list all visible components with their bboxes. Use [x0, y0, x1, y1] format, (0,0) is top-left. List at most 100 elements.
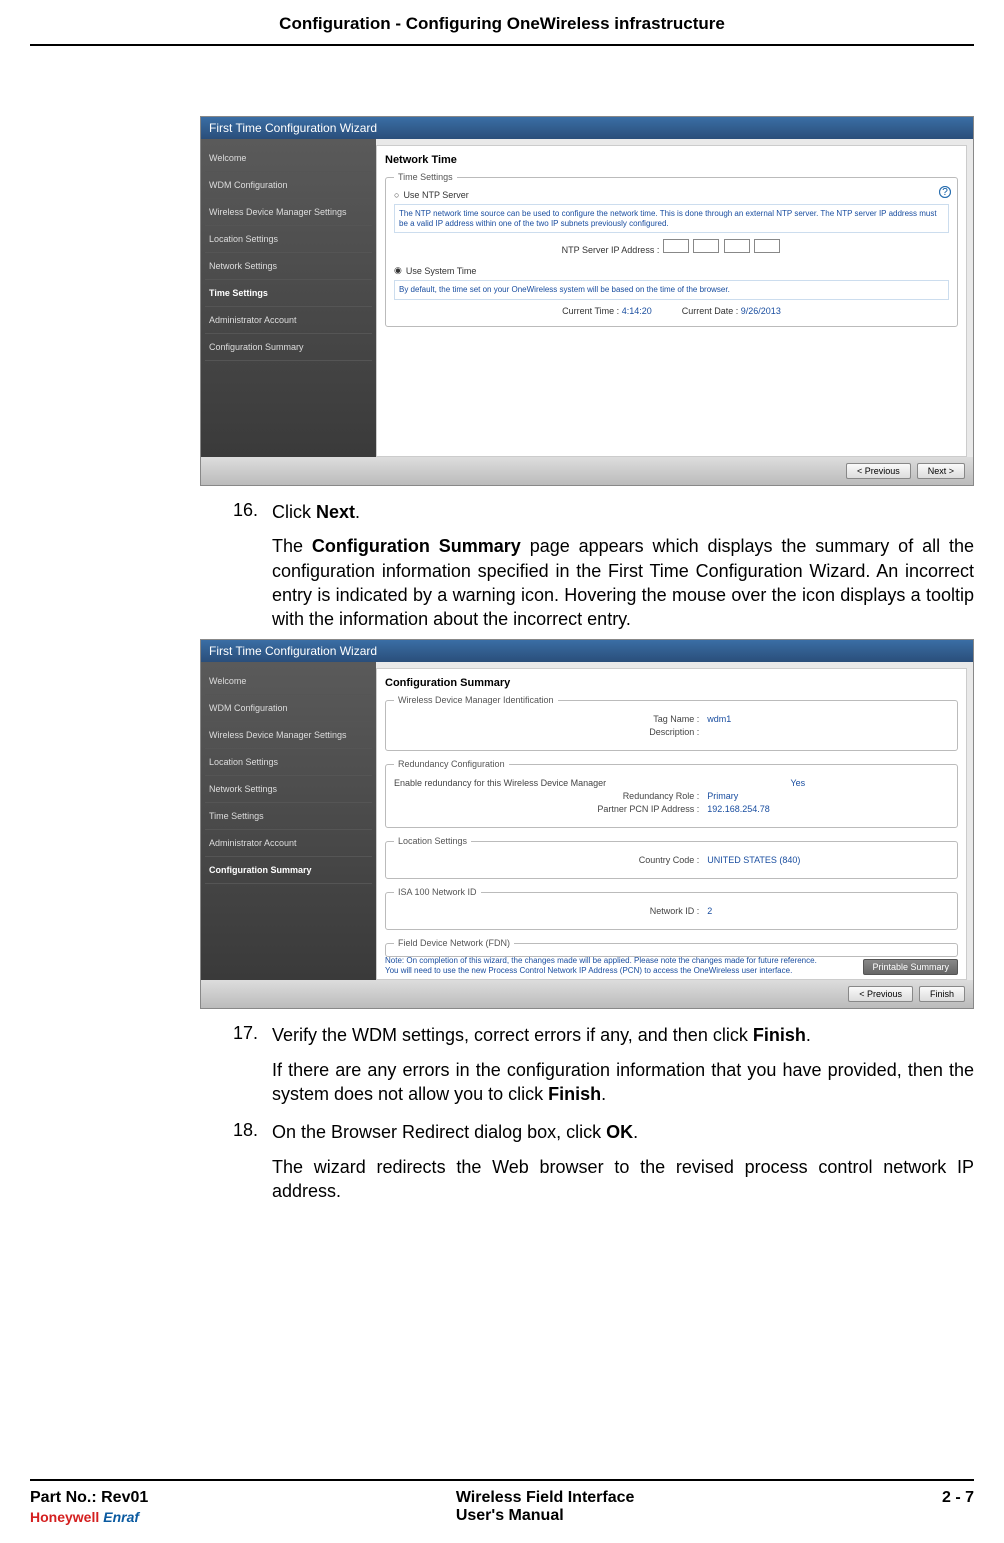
sidebar-item[interactable]: WDM Configuration	[205, 695, 372, 722]
country-label: Country Code :	[394, 855, 699, 865]
page-footer: Part No.: Rev01 Honeywell Enraf Wireless…	[30, 1479, 974, 1525]
step-text: .	[806, 1025, 811, 1045]
wizard2-titlebar: First Time Configuration Wizard	[201, 640, 973, 662]
sidebar-item[interactable]: Wireless Device Manager Settings	[205, 722, 372, 749]
next-button[interactable]: Next >	[917, 463, 965, 479]
wizard2-main: Configuration Summary Wireless Device Ma…	[376, 668, 967, 980]
redundancy-enable-value: Yes	[791, 778, 806, 788]
location-fieldset: Location Settings Country Code : UNITED S…	[385, 836, 958, 879]
radio-icon[interactable]: ○	[394, 190, 399, 200]
page-number: 2 - 7	[942, 1489, 974, 1507]
partner-ip-label: Partner PCN IP Address :	[394, 804, 699, 814]
step-text: Click	[272, 502, 316, 522]
step-bold: OK	[606, 1122, 633, 1142]
step-16: 16. Click Next. The Configuration Summar…	[210, 500, 974, 631]
step-bold: Next	[316, 502, 355, 522]
sidebar-item-active[interactable]: Time Settings	[205, 280, 372, 307]
sidebar-item-active[interactable]: Configuration Summary	[205, 857, 372, 884]
wizard1-footer: < Previous Next >	[201, 457, 973, 485]
step-bold: Configuration Summary	[312, 536, 521, 556]
wizard1-screenshot: First Time Configuration Wizard Welcome …	[200, 116, 974, 486]
wizard1-sidebar: Welcome WDM Configuration Wireless Devic…	[201, 139, 376, 457]
step-bold: Finish	[753, 1025, 806, 1045]
current-date-label: Current Date :	[682, 306, 739, 316]
enraf-logo: Enraf	[103, 1509, 139, 1525]
sidebar-item[interactable]: Administrator Account	[205, 830, 372, 857]
system-radio-label: Use System Time	[406, 266, 477, 276]
finish-button[interactable]: Finish	[919, 986, 965, 1002]
sidebar-item[interactable]: Administrator Account	[205, 307, 372, 334]
step-number: 18.	[210, 1120, 258, 1203]
partner-ip-value: 192.168.254.78	[707, 804, 770, 814]
step-text: Verify the WDM settings, correct errors …	[272, 1025, 753, 1045]
brand-logo: Honeywell Enraf	[30, 1509, 148, 1525]
step-number: 16.	[210, 500, 258, 631]
time-settings-legend: Time Settings	[394, 172, 457, 182]
step-text: .	[633, 1122, 638, 1142]
sidebar-item[interactable]: Location Settings	[205, 226, 372, 253]
footer-doc-title: Wireless Field Interface User's Manual	[456, 1489, 635, 1525]
part-number: Part No.: Rev01	[30, 1489, 148, 1507]
step-text: The wizard redirects the Web browser to …	[272, 1155, 974, 1204]
step-text: The	[272, 536, 312, 556]
redundancy-legend: Redundancy Configuration	[394, 759, 509, 769]
help-icon[interactable]: ?	[939, 186, 951, 198]
step-number: 17.	[210, 1023, 258, 1106]
ntp-radio-row[interactable]: ○ Use NTP Server ?	[394, 190, 949, 200]
radio-icon[interactable]: ◉	[394, 265, 402, 276]
wizard1-panel-title: Network Time	[385, 154, 958, 166]
wdm-id-legend: Wireless Device Manager Identification	[394, 695, 558, 705]
sidebar-item[interactable]: Wireless Device Manager Settings	[205, 199, 372, 226]
step-bold: Finish	[548, 1084, 601, 1104]
wizard1-main: Network Time Time Settings ○ Use NTP Ser…	[376, 145, 967, 457]
sidebar-item[interactable]: Network Settings	[205, 776, 372, 803]
step-text: If there are any errors in the configura…	[272, 1060, 974, 1104]
ntp-ip-row: NTP Server IP Address :	[394, 239, 949, 255]
sidebar-item[interactable]: Welcome	[205, 145, 372, 172]
redundancy-enable-label: Enable redundancy for this Wireless Devi…	[394, 778, 783, 788]
system-info: By default, the time set on your OneWire…	[394, 280, 949, 300]
ntp-info: The NTP network time source can be used …	[394, 204, 949, 233]
wizard2-panel-title: Configuration Summary	[385, 677, 958, 689]
ntp-ip-label: NTP Server IP Address :	[562, 245, 660, 255]
fdn-legend: Field Device Network (FDN)	[394, 938, 514, 948]
sidebar-item[interactable]: Configuration Summary	[205, 334, 372, 361]
redundancy-role-value: Primary	[707, 791, 738, 801]
description-label: Description :	[394, 727, 699, 737]
sidebar-item[interactable]: WDM Configuration	[205, 172, 372, 199]
step-text: On the Browser Redirect dialog box, clic…	[272, 1122, 606, 1142]
ip-octet-input[interactable]	[663, 239, 689, 253]
tag-name-label: Tag Name :	[394, 714, 699, 724]
printable-summary-button[interactable]: Printable Summary	[863, 959, 958, 975]
current-date-value: 9/26/2013	[741, 306, 781, 316]
location-legend: Location Settings	[394, 836, 471, 846]
ip-octet-input[interactable]	[693, 239, 719, 253]
isa-legend: ISA 100 Network ID	[394, 887, 481, 897]
country-value: UNITED STATES (840)	[707, 855, 800, 865]
isa-fieldset: ISA 100 Network ID Network ID :2	[385, 887, 958, 930]
tag-name-value: wdm1	[707, 714, 731, 724]
wdm-id-fieldset: Wireless Device Manager Identification T…	[385, 695, 958, 751]
sidebar-item[interactable]: Location Settings	[205, 749, 372, 776]
wizard2-footer: < Previous Finish	[201, 980, 973, 1008]
current-time-label: Current Time :	[562, 306, 619, 316]
redundancy-fieldset: Redundancy Configuration Enable redundan…	[385, 759, 958, 828]
sidebar-item[interactable]: Welcome	[205, 668, 372, 695]
time-settings-fieldset: Time Settings ○ Use NTP Server ? The NTP…	[385, 172, 958, 327]
system-radio-row[interactable]: ◉ Use System Time ?	[394, 265, 949, 276]
wizard2-note: Note: On completion of this wizard, the …	[385, 956, 826, 975]
ntp-radio-label: Use NTP Server	[403, 190, 468, 200]
wizard2-sidebar: Welcome WDM Configuration Wireless Devic…	[201, 662, 376, 980]
ip-octet-input[interactable]	[724, 239, 750, 253]
sidebar-item[interactable]: Network Settings	[205, 253, 372, 280]
step-text: .	[601, 1084, 606, 1104]
previous-button[interactable]: < Previous	[846, 463, 911, 479]
wizard2-screenshot: First Time Configuration Wizard Welcome …	[200, 639, 974, 1009]
network-id-label: Network ID :	[394, 906, 699, 916]
sidebar-item[interactable]: Time Settings	[205, 803, 372, 830]
step-text: .	[355, 502, 360, 522]
fdn-fieldset: Field Device Network (FDN)	[385, 938, 958, 957]
honeywell-logo: Honeywell	[30, 1509, 99, 1525]
previous-button[interactable]: < Previous	[848, 986, 913, 1002]
ip-octet-input[interactable]	[754, 239, 780, 253]
